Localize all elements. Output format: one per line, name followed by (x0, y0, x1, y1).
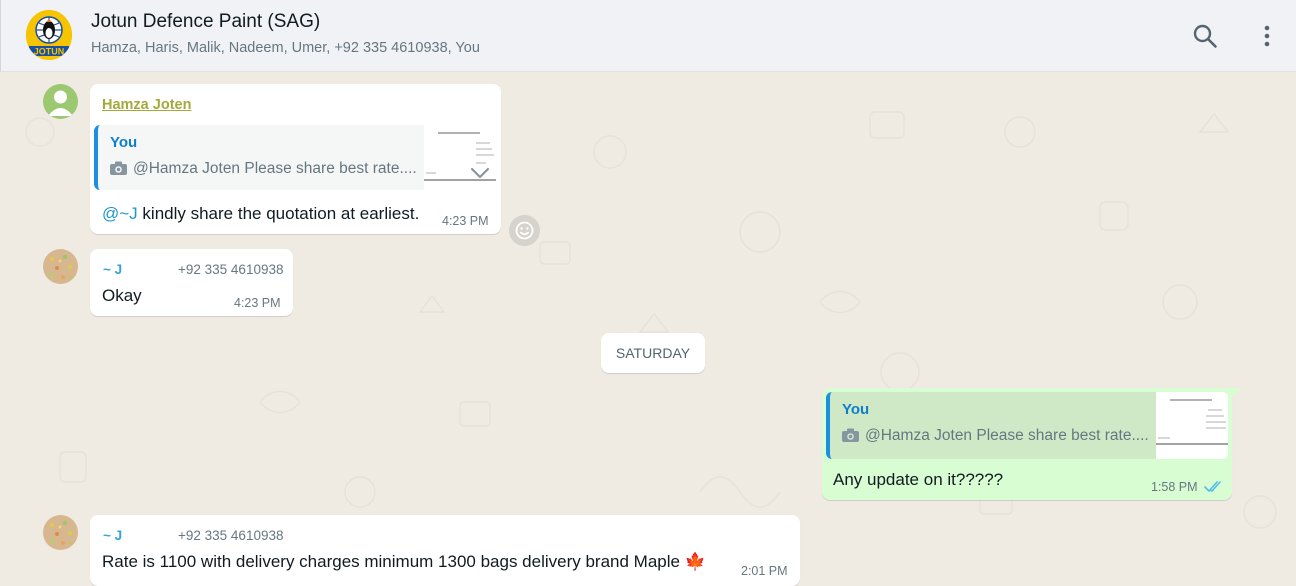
mention[interactable]: @~J (102, 204, 138, 223)
message-text: Any update on it????? (833, 470, 1004, 489)
message-time: 4:23 PM (234, 296, 281, 310)
search-button[interactable] (1191, 22, 1219, 50)
quoted-message[interactable]: You @Hamza Joten Please share best rate.… (826, 392, 1228, 459)
profile-photo-icon (43, 515, 78, 550)
chevron-down-icon[interactable] (469, 166, 491, 180)
quoted-message[interactable]: You @Hamza Joten Please share best rate.… (94, 125, 496, 190)
avatar-j[interactable] (43, 515, 78, 550)
jotun-logo-icon: JOTUN (26, 10, 72, 60)
sender-name[interactable]: ~ J (103, 528, 122, 543)
quote-text: @Hamza Joten Please share best rate.... (133, 160, 417, 177)
quote-text: @Hamza Joten Please share best rate.... (865, 427, 1149, 444)
message-text: Okay (102, 286, 142, 305)
sender-phone: +92 335 4610938 (178, 262, 284, 277)
profile-photo-icon (43, 249, 78, 284)
message-bubble-outgoing[interactable]: You @Hamza Joten Please share best rate.… (822, 388, 1232, 500)
search-icon (1193, 24, 1217, 48)
quote-text-wrap: @Hamza Joten Please share best rate.... (110, 160, 417, 180)
group-avatar[interactable]: JOTUN (26, 10, 72, 60)
message-time: 2:01 PM (741, 564, 788, 578)
quote-text-wrap: @Hamza Joten Please share best rate.... (842, 427, 1149, 447)
default-avatar-icon (43, 84, 78, 119)
quote-thumbnail (1156, 392, 1228, 459)
sender-phone: +92 335 4610938 (178, 528, 284, 543)
menu-button[interactable] (1253, 22, 1281, 50)
message-time: 1:58 PM (1151, 480, 1198, 494)
sender-name[interactable]: Hamza Joten (102, 97, 191, 113)
sender-name[interactable]: ~ J (103, 262, 122, 277)
camera-icon (110, 161, 127, 180)
emoji-icon (515, 221, 534, 240)
more-vert-icon (1264, 25, 1270, 47)
message-bubble-hamza[interactable]: Hamza Joten You @Hamza Joten Please shar… (90, 84, 501, 234)
group-members[interactable]: Hamza, Haris, Malik, Nadeem, Umer, +92 3… (91, 40, 480, 56)
chat-panel[interactable]: Hamza Joten You @Hamza Joten Please shar… (0, 72, 1296, 586)
quote-thumbnail (424, 125, 496, 190)
quote-author: You (842, 401, 870, 418)
message-text: @~J kindly share the quotation at earlie… (102, 204, 419, 224)
avatar-hamza[interactable] (43, 84, 78, 119)
avatar-j[interactable] (43, 249, 78, 284)
message-bubble-j-okay[interactable]: ~ J +92 335 4610938 Okay 4:23 PM (90, 249, 293, 316)
quote-author: You (110, 134, 138, 151)
message-time: 4:23 PM (442, 214, 489, 228)
date-divider: SATURDAY (601, 333, 705, 373)
camera-icon (842, 428, 859, 447)
message-text: Rate is 1100 with delivery charges minim… (102, 552, 706, 571)
react-button[interactable] (509, 215, 540, 246)
message-body: kindly share the quotation at earliest. (137, 204, 420, 223)
chat-header[interactable]: JOTUN Jotun Defence Paint (SAG) Hamza, H… (0, 0, 1296, 72)
group-title[interactable]: Jotun Defence Paint (SAG) (91, 11, 320, 33)
message-bubble-j-rate[interactable]: ~ J +92 335 4610938 Rate is 1100 with de… (90, 515, 800, 586)
logo-wordmark: JOTUN (34, 47, 65, 57)
double-check-icon (1204, 481, 1221, 492)
